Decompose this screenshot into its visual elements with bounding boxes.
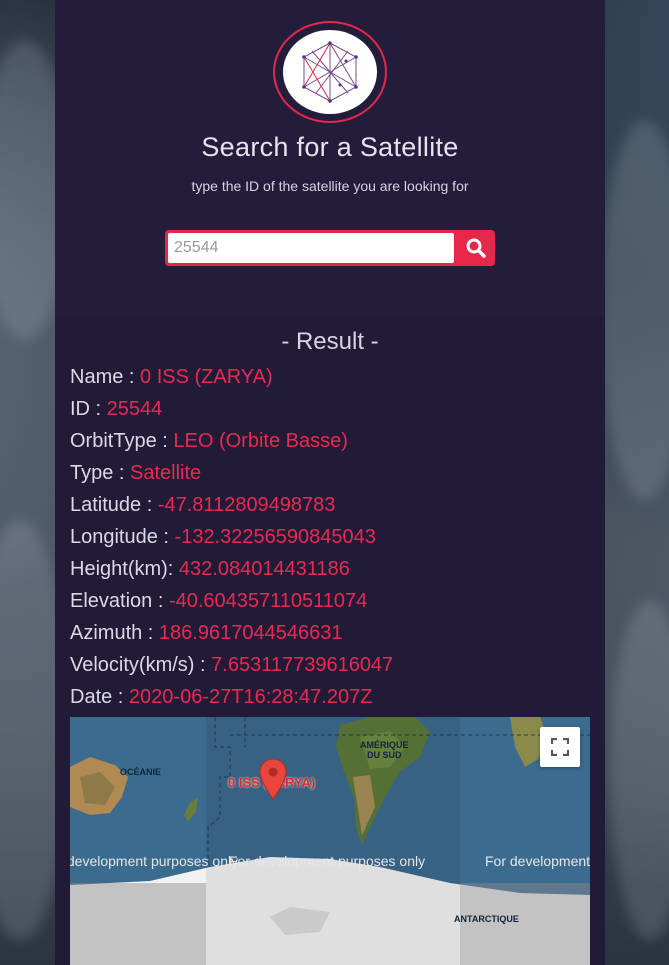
- result-value: -132.32256590845043: [174, 526, 376, 548]
- result-title: - Result -: [281, 328, 379, 355]
- result-list: Name : 0 ISS (ZARYA) ID : 25544 OrbitTyp…: [70, 362, 393, 714]
- map-label-oceanie: OCÉANIE: [120, 767, 162, 777]
- result-value: 25544: [106, 398, 163, 420]
- logo: [273, 21, 387, 123]
- search-form: [165, 230, 495, 266]
- result-key: Longitude :: [70, 526, 175, 548]
- search-icon: [466, 238, 486, 258]
- result-key: OrbitType :: [70, 430, 174, 452]
- result-value: Satellite: [130, 462, 202, 484]
- result-key: Elevation :: [70, 590, 169, 612]
- result-value: 2020-06-27T16:28:47.207Z: [128, 686, 373, 708]
- result-key: Azimuth :: [70, 622, 159, 644]
- result-row-date: Date : 2020-06-27T16:28:47.207Z: [70, 682, 393, 714]
- result-value: 186.9617044546631: [158, 622, 343, 644]
- result-row-longitude: Longitude : -132.32256590845043: [70, 522, 393, 554]
- result-row-height: Height(km): 432.084014431186: [70, 554, 393, 586]
- result-row-id: ID : 25544: [70, 394, 393, 426]
- map-tiles: [70, 717, 590, 965]
- dev-notice-center: For development purposes only: [229, 853, 426, 869]
- result-row-velocity: Velocity(km/s) : 7.653117739616047: [70, 650, 393, 682]
- result-key: Type :: [70, 462, 131, 484]
- search-input[interactable]: [168, 233, 454, 263]
- result-key: Date :: [70, 686, 129, 708]
- result-key: Name :: [70, 366, 141, 388]
- result-key: Velocity(km/s) :: [70, 654, 212, 676]
- page-title: Search for a Satellite: [201, 132, 459, 162]
- result-row-latitude: Latitude : -47.8112809498783: [70, 490, 393, 522]
- result-value: -47.8112809498783: [157, 494, 336, 516]
- result-row-name: Name : 0 ISS (ZARYA): [70, 362, 393, 394]
- page-subtitle: type the ID of the satellite you are loo…: [191, 178, 469, 194]
- result-value: 432.084014431186: [178, 558, 350, 580]
- search-header: Search for a Satellite type the ID of th…: [55, 0, 605, 316]
- fullscreen-button[interactable]: [540, 727, 580, 767]
- dev-notice-right: For development purposes only: [485, 853, 590, 869]
- map-label-antarctique: ANTARCTIQUE: [454, 914, 519, 924]
- result-key: Height(km):: [70, 558, 179, 580]
- dev-notice-text: For development purposes only: [70, 853, 239, 869]
- search-button[interactable]: [457, 230, 495, 266]
- result-value: -40.604357110511074: [168, 590, 368, 612]
- result-value: 7.653117739616047: [211, 654, 394, 676]
- satellite-map[interactable]: OCÉANIE AMÉRIQUE DU SUD ANTARCTIQUE For …: [70, 717, 590, 965]
- map-marker-icon[interactable]: [259, 758, 287, 804]
- result-value: LEO (Orbite Basse): [173, 430, 348, 452]
- dev-notice-left: For development purposes only: [70, 853, 238, 869]
- result-row-type: Type : Satellite: [70, 458, 393, 490]
- search-panel: Search for a Satellite type the ID of th…: [55, 0, 605, 965]
- map-label-amerique: AMÉRIQUE DU SUD: [360, 740, 409, 760]
- result-value: 0 ISS (ZARYA): [140, 366, 273, 388]
- result-row-orbittype: OrbitType : LEO (Orbite Basse): [70, 426, 393, 458]
- fullscreen-icon: [551, 738, 569, 756]
- network-logo-icon: [283, 30, 377, 114]
- result-key: Latitude :: [70, 494, 158, 516]
- result-row-elevation: Elevation : -40.604357110511074: [70, 586, 393, 618]
- result-row-azimuth: Azimuth : 186.9617044546631: [70, 618, 393, 650]
- result-key: ID :: [70, 398, 107, 420]
